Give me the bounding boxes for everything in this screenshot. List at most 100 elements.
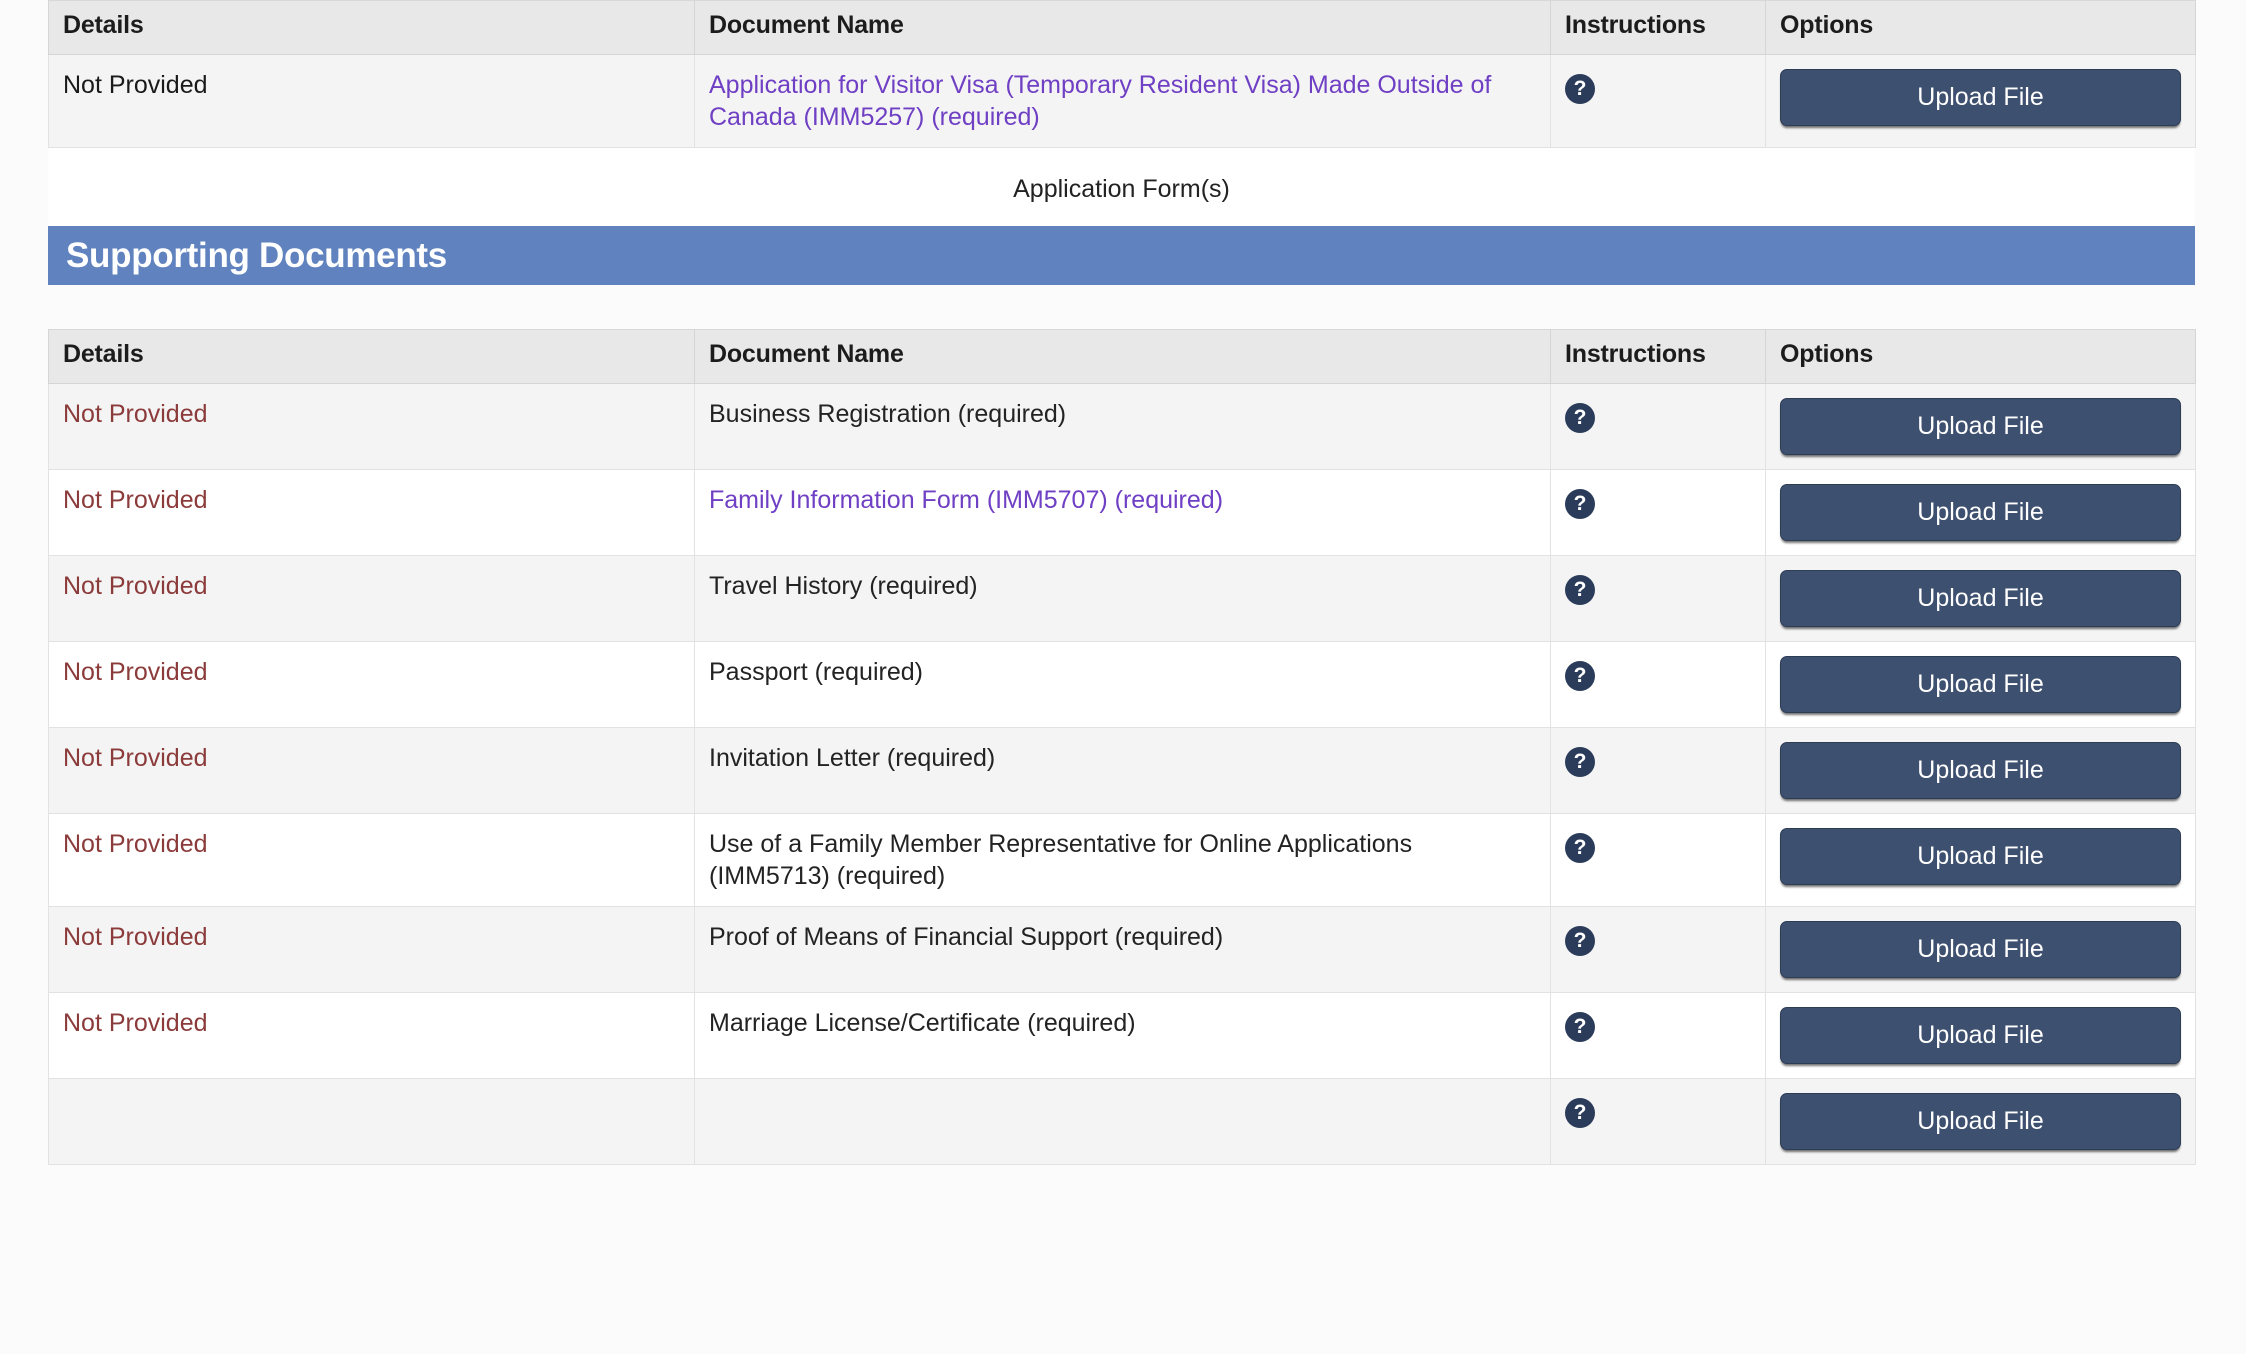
details-status-text: Not Provided: [63, 830, 208, 858]
document-name-text: Invitation Letter (required): [709, 744, 995, 772]
application-forms-table-head: Details Document Name Instructions Optio…: [49, 1, 2196, 55]
cell-options: Upload File: [1766, 993, 2196, 1079]
table-row: ? Upload File: [49, 1079, 2196, 1165]
cell-options: Upload File: [1766, 470, 2196, 556]
supporting-documents-scroll-area: Details Document Name Instructions Optio…: [48, 329, 2198, 1165]
application-forms-caption: Application Form(s): [48, 148, 2195, 226]
cell-details: Not Provided: [49, 470, 695, 556]
table-row: Not Provided Family Information Form (IMM…: [49, 470, 2196, 556]
column-header-details: Details: [49, 1, 695, 55]
upload-file-button[interactable]: Upload File: [1780, 69, 2181, 126]
details-status-text: Not Provided: [63, 658, 208, 686]
cell-document-name: Business Registration (required): [695, 384, 1551, 470]
details-status-text: Not Provided: [63, 572, 208, 600]
question-mark-help-icon[interactable]: ?: [1565, 1098, 1595, 1128]
cell-details: Not Provided: [49, 55, 695, 148]
upload-file-button[interactable]: Upload File: [1780, 570, 2181, 627]
document-name-text: Proof of Means of Financial Support (req…: [709, 923, 1223, 951]
upload-file-button[interactable]: Upload File: [1780, 1093, 2181, 1150]
cell-options: Upload File: [1766, 55, 2196, 148]
upload-file-button[interactable]: Upload File: [1780, 742, 2181, 799]
cell-options: Upload File: [1766, 556, 2196, 642]
cell-details: Not Provided: [49, 907, 695, 993]
document-name-text: Marriage License/Certificate (required): [709, 1009, 1136, 1037]
cell-instructions: ?: [1551, 556, 1766, 642]
table-row: Not Provided Travel History (required)? Up…: [49, 556, 2196, 642]
cell-details: Not Provided: [49, 642, 695, 728]
details-status-text: Not Provided: [63, 71, 208, 99]
cell-instructions: ?: [1551, 907, 1766, 993]
column-header-options: Options: [1766, 1, 2196, 55]
cell-options: Upload File: [1766, 384, 2196, 470]
cell-document-name: Application for Visitor Visa (Temporary …: [695, 55, 1551, 148]
cell-instructions: ?: [1551, 55, 1766, 148]
upload-file-button[interactable]: Upload File: [1780, 1007, 2181, 1064]
cell-instructions: ?: [1551, 993, 1766, 1079]
table-row: Not Provided Use of a Family Member Repre…: [49, 814, 2196, 907]
application-forms-table-body: Not Provided Application for Visitor Visa…: [49, 55, 2196, 148]
table-row: Not Provided Passport (required)? Upload F…: [49, 642, 2196, 728]
column-header-options: Options: [1766, 330, 2196, 384]
question-mark-help-icon[interactable]: ?: [1565, 1012, 1595, 1042]
table-header-row: Details Document Name Instructions Optio…: [49, 1, 2196, 55]
document-name-text: Travel History (required): [709, 572, 978, 600]
cell-details: Not Provided: [49, 556, 695, 642]
supporting-documents-title: Supporting Documents: [66, 236, 447, 276]
column-header-instructions: Instructions: [1551, 1, 1766, 55]
question-mark-help-icon[interactable]: ?: [1565, 926, 1595, 956]
cell-details: Not Provided: [49, 993, 695, 1079]
cell-document-name: Travel History (required): [695, 556, 1551, 642]
cell-details: [49, 1079, 695, 1165]
supporting-documents-table: Details Document Name Instructions Optio…: [48, 329, 2196, 1165]
question-mark-help-icon[interactable]: ?: [1565, 833, 1595, 863]
supporting-documents-table-body: Not Provided Business Registration (requi…: [49, 384, 2196, 1165]
upload-file-button[interactable]: Upload File: [1780, 921, 2181, 978]
question-mark-help-icon[interactable]: ?: [1565, 747, 1595, 777]
question-mark-help-icon[interactable]: ?: [1565, 74, 1595, 104]
banner-spacer: [48, 285, 2198, 329]
supporting-documents-table-head: Details Document Name Instructions Optio…: [49, 330, 2196, 384]
details-status-text: Not Provided: [63, 486, 208, 514]
cell-instructions: ?: [1551, 642, 1766, 728]
cell-instructions: ?: [1551, 814, 1766, 907]
column-header-details: Details: [49, 330, 695, 384]
cell-instructions: ?: [1551, 728, 1766, 814]
document-name-text: Use of a Family Member Representative fo…: [709, 830, 1412, 890]
details-status-text: Not Provided: [63, 1009, 208, 1037]
question-mark-help-icon[interactable]: ?: [1565, 661, 1595, 691]
column-header-document-name: Document Name: [695, 1, 1551, 55]
cell-instructions: ?: [1551, 384, 1766, 470]
upload-file-button[interactable]: Upload File: [1780, 828, 2181, 885]
cell-document-name: Family Information Form (IMM5707) (requi…: [695, 470, 1551, 556]
table-row: Not ProvidedInvitation Letter (required)…: [49, 728, 2196, 814]
supporting-documents-banner: Supporting Documents: [48, 226, 2195, 285]
cell-options: Upload File: [1766, 814, 2196, 907]
cell-options: Upload File: [1766, 907, 2196, 993]
document-name-text: Passport (required): [709, 658, 923, 686]
question-mark-help-icon[interactable]: ?: [1565, 575, 1595, 605]
table-header-row: Details Document Name Instructions Optio…: [49, 330, 2196, 384]
document-name-link[interactable]: Family Information Form (IMM5707) (requi…: [709, 486, 1223, 514]
cell-options: Upload File: [1766, 728, 2196, 814]
column-header-instructions: Instructions: [1551, 330, 1766, 384]
document-name-link[interactable]: Application for Visitor Visa (Temporary …: [709, 71, 1491, 131]
cell-document-name: Use of a Family Member Representative fo…: [695, 814, 1551, 907]
cell-options: Upload File: [1766, 1079, 2196, 1165]
cell-instructions: ?: [1551, 1079, 1766, 1165]
cell-details: Not Provided: [49, 814, 695, 907]
cell-document-name: [695, 1079, 1551, 1165]
upload-file-button[interactable]: Upload File: [1780, 398, 2181, 455]
cell-document-name: Passport (required): [695, 642, 1551, 728]
upload-file-button[interactable]: Upload File: [1780, 484, 2181, 541]
details-status-text: Not Provided: [63, 400, 208, 428]
question-mark-help-icon[interactable]: ?: [1565, 489, 1595, 519]
column-header-document-name: Document Name: [695, 330, 1551, 384]
cell-options: Upload File: [1766, 642, 2196, 728]
cell-document-name: Proof of Means of Financial Support (req…: [695, 907, 1551, 993]
cell-details: Not Provided: [49, 384, 695, 470]
details-status-text: Not Provided: [63, 923, 208, 951]
question-mark-help-icon[interactable]: ?: [1565, 403, 1595, 433]
upload-file-button[interactable]: Upload File: [1780, 656, 2181, 713]
document-name-text: Business Registration (required): [709, 400, 1066, 428]
cell-instructions: ?: [1551, 470, 1766, 556]
